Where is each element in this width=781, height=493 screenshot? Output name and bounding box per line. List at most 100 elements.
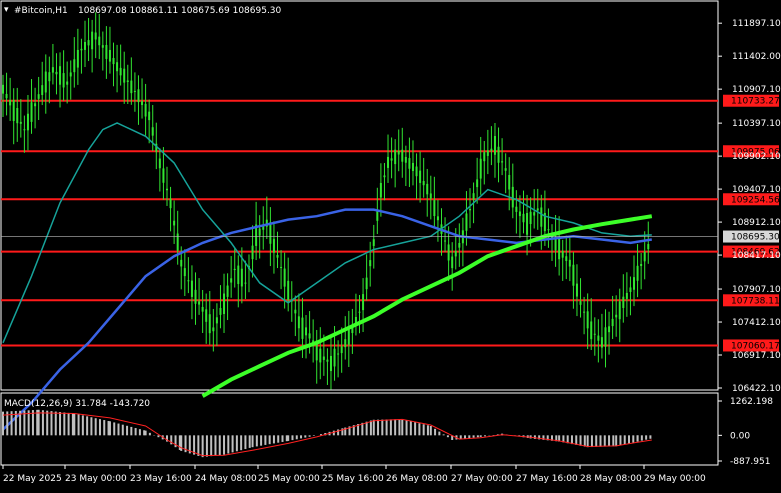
time-tick-label: 23 May 16:00 bbox=[130, 474, 192, 484]
candle-body bbox=[240, 268, 243, 287]
candle-body bbox=[151, 127, 154, 136]
candle-body bbox=[451, 256, 454, 269]
candle-body bbox=[226, 285, 229, 297]
candle-body bbox=[558, 237, 561, 260]
candle-body bbox=[643, 251, 646, 262]
macd-title: MACD(12,26,9) 31.784 -143.720 bbox=[4, 399, 150, 409]
candle-body bbox=[411, 162, 414, 172]
candle-body bbox=[540, 207, 543, 227]
time-tick-label: 22 May 2025 bbox=[3, 474, 62, 484]
price-tick-label: 107907.10 bbox=[732, 285, 781, 295]
candle-body bbox=[244, 282, 247, 284]
candle-body bbox=[394, 149, 397, 165]
candle-body bbox=[404, 156, 407, 163]
level-label: 107060.17 bbox=[731, 341, 780, 351]
chart-svg[interactable]: 110733.27109975.06109254.56108469.621077… bbox=[0, 0, 781, 489]
level-label: 107738.11 bbox=[731, 296, 780, 306]
macd-scale-label: 1262.198 bbox=[730, 397, 773, 407]
candle-body bbox=[119, 67, 122, 76]
candle-body bbox=[526, 213, 529, 235]
candle-body bbox=[518, 211, 521, 217]
candle-body bbox=[41, 85, 44, 95]
candle-body bbox=[133, 90, 136, 92]
candle-body bbox=[2, 84, 4, 94]
chart-area[interactable]: 110733.27 109975.06 109254.56 108469.62 1077… bbox=[0, 0, 781, 489]
candle-body bbox=[579, 301, 582, 305]
symbol-icon: ▾ bbox=[4, 5, 9, 15]
candle-body bbox=[586, 311, 589, 329]
candle-body bbox=[201, 306, 204, 312]
candle-body bbox=[16, 107, 19, 124]
candle-body bbox=[130, 80, 133, 94]
candle-body bbox=[486, 150, 489, 156]
price-tick-label: 110907.10 bbox=[732, 85, 781, 95]
chart-title: #Bitcoin,H1 bbox=[14, 6, 68, 16]
price-tick-label: 110397.10 bbox=[732, 119, 781, 129]
candle-body bbox=[287, 280, 290, 300]
candle-body bbox=[561, 250, 564, 258]
candle-body bbox=[215, 317, 218, 324]
candle-body bbox=[504, 168, 507, 171]
macd-scale-label: -887.951 bbox=[730, 457, 770, 467]
candle-body bbox=[319, 348, 322, 363]
price-tick-label: 106917.10 bbox=[732, 351, 781, 361]
candle-body bbox=[34, 103, 37, 107]
candle-body bbox=[5, 93, 8, 99]
candle-body bbox=[94, 32, 97, 40]
candle-body bbox=[604, 327, 607, 347]
candle-body bbox=[66, 81, 69, 85]
time-tick-label: 25 May 00:00 bbox=[258, 474, 320, 484]
candle-body bbox=[640, 263, 643, 267]
time-tick-label: 27 May 00:00 bbox=[451, 474, 513, 484]
level-label: 109254.56 bbox=[731, 195, 780, 205]
candle-body bbox=[183, 268, 186, 277]
price-tick-label: 108912.10 bbox=[732, 218, 781, 228]
candle-body bbox=[522, 213, 525, 223]
candle-body bbox=[212, 327, 215, 332]
candle-body bbox=[44, 71, 47, 93]
candle-body bbox=[362, 294, 365, 311]
candle-body bbox=[258, 228, 261, 236]
time-tick-label: 24 May 08:00 bbox=[195, 474, 257, 484]
candle-body bbox=[237, 265, 240, 285]
candle-body bbox=[337, 353, 340, 355]
price-tick-label: 107412.10 bbox=[732, 318, 781, 328]
candle-body bbox=[472, 193, 475, 200]
candle-body bbox=[23, 129, 26, 131]
candle-body bbox=[529, 211, 532, 225]
time-tick-label: 25 May 16:00 bbox=[322, 474, 384, 484]
candle-body bbox=[429, 193, 432, 199]
candle-body bbox=[12, 100, 15, 122]
candle-body bbox=[476, 179, 479, 188]
candle-body bbox=[501, 161, 504, 163]
candle-body bbox=[415, 166, 418, 177]
candle-body bbox=[333, 348, 336, 367]
candle-body bbox=[26, 113, 29, 131]
price-tick-label: 111897.10 bbox=[732, 19, 781, 29]
candle-body bbox=[123, 68, 126, 83]
candle-body bbox=[30, 102, 33, 122]
candle-body bbox=[401, 149, 404, 162]
candle-body bbox=[173, 220, 176, 226]
candle-body bbox=[272, 238, 275, 253]
candle-body bbox=[91, 31, 94, 50]
candle-body bbox=[308, 333, 311, 339]
candle-body bbox=[76, 49, 79, 68]
candle-body bbox=[372, 239, 375, 246]
candle-body bbox=[329, 355, 332, 372]
candle-body bbox=[426, 183, 429, 195]
candle-body bbox=[144, 103, 147, 117]
ohlc-values: 108697.08 108861.11 108675.69 108695.30 bbox=[78, 6, 282, 16]
level-label: 110733.27 bbox=[731, 97, 780, 107]
candle-body bbox=[633, 277, 636, 290]
price-tick-label: 109902.10 bbox=[732, 152, 781, 162]
candle-body bbox=[379, 182, 382, 198]
candle-body bbox=[511, 186, 514, 208]
time-tick-label: 26 May 08:00 bbox=[386, 474, 448, 484]
price-tick-label: 108417.10 bbox=[732, 251, 781, 261]
candle-body bbox=[611, 318, 614, 327]
candle-body bbox=[490, 148, 493, 151]
candle-body bbox=[169, 198, 172, 209]
candle-body bbox=[340, 346, 343, 354]
candle-body bbox=[608, 326, 611, 333]
